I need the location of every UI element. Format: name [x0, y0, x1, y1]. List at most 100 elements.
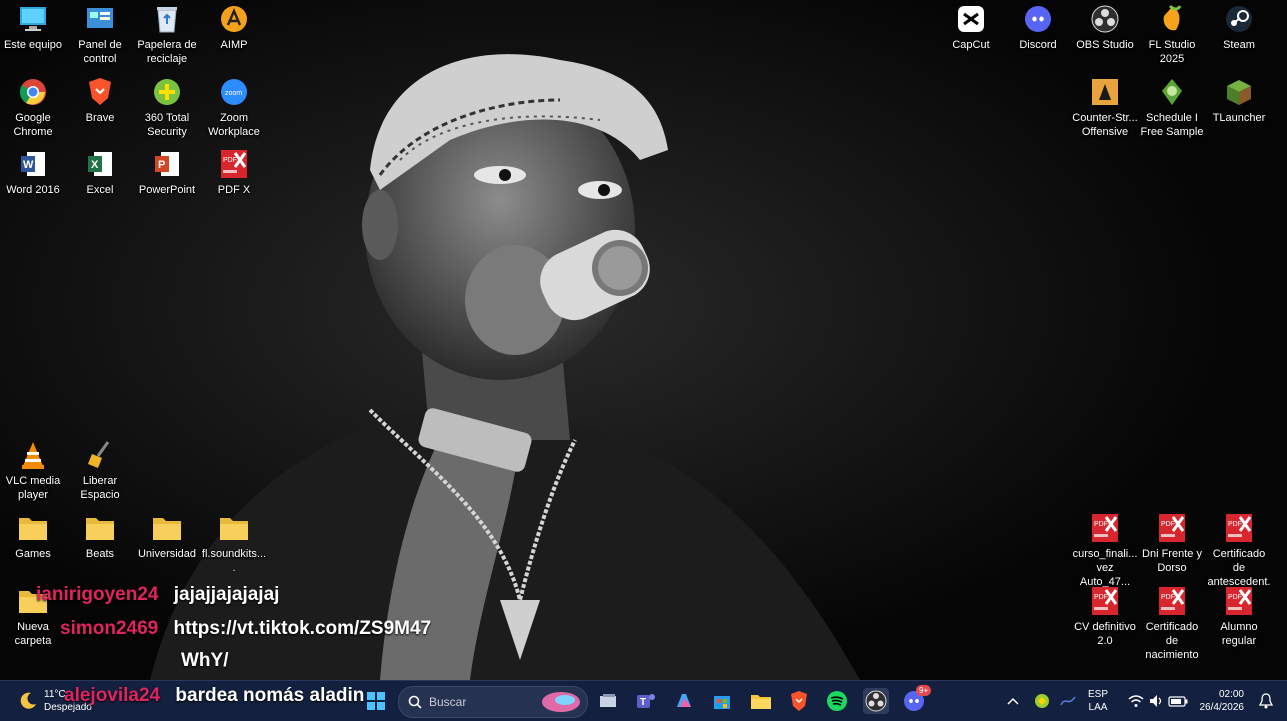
pdf-file-icon: PDF — [1157, 586, 1187, 616]
desktop-shortcut[interactable]: PDF CV definitivo 2.0 — [1072, 586, 1138, 648]
tray-app-icon[interactable] — [1030, 689, 1054, 713]
desktop-shortcut-label: TLauncher — [1212, 112, 1266, 124]
desktop-shortcut[interactable]: W Word 2016 — [0, 149, 66, 197]
desktop-shortcut-label: Steam — [1223, 39, 1255, 51]
svg-text:PDF: PDF — [1161, 594, 1175, 601]
desktop-shortcut[interactable]: Panel de control — [67, 4, 133, 66]
schedule-icon — [1157, 77, 1187, 107]
chat-username: ianirigoyen24 — [36, 584, 159, 605]
desktop-shortcut[interactable]: fl.soundkits.... — [201, 513, 267, 575]
language-indicator[interactable]: ESP LAA — [1088, 688, 1108, 714]
discord-badge: 9+ — [916, 685, 932, 696]
start-button[interactable] — [364, 689, 388, 713]
clock[interactable]: 02:00 26/4/2026 — [1194, 688, 1245, 714]
desktop-shortcut[interactable]: 360 Total Security — [134, 77, 200, 139]
clock-time: 02:00 — [1218, 689, 1244, 700]
desktop-shortcut[interactable]: CapCut — [938, 4, 1004, 52]
desktop-shortcut[interactable]: PDF Alumno regular — [1206, 586, 1272, 648]
desktop-shortcut[interactable]: OBS Studio — [1072, 4, 1138, 52]
weather-moon-icon[interactable] — [16, 689, 40, 713]
discord-icon — [1023, 4, 1053, 34]
desktop-shortcut-label: Counter-Str... Offensive — [1072, 112, 1138, 138]
desktop-shortcut[interactable]: Steam — [1206, 4, 1272, 52]
battery-icon[interactable] — [1166, 689, 1190, 713]
desktop-shortcut-label: PDF X — [217, 184, 251, 196]
desktop-shortcut[interactable]: zoom Zoom Workplace — [201, 77, 267, 139]
desktop-shortcut[interactable]: Beats — [67, 513, 133, 561]
desktop-shortcut[interactable]: VLC media player — [0, 440, 66, 502]
svg-text:PDF: PDF — [223, 157, 237, 164]
desktop-shortcut[interactable]: Brave — [67, 77, 133, 125]
brave-taskbar-icon[interactable] — [787, 689, 811, 713]
desktop-shortcut-label: Universidad — [137, 548, 197, 560]
chat-message: jajajjajajajaj — [173, 584, 280, 605]
desktop-shortcut-label: Word 2016 — [6, 184, 60, 196]
svg-text:T: T — [640, 697, 646, 708]
taskbar-search[interactable]: Buscar — [398, 686, 588, 718]
desktop-shortcut[interactable]: PDF PDF X — [201, 149, 267, 197]
desktop-shortcut[interactable]: AIMP — [201, 4, 267, 52]
desktop-shortcut-label: CapCut — [952, 39, 990, 51]
vlc-icon — [18, 440, 48, 470]
search-highlight-icon — [542, 692, 580, 712]
chrome-icon — [18, 77, 48, 107]
obs-taskbar-icon[interactable] — [863, 688, 889, 714]
desktop-shortcut-label: Liberar Espacio — [80, 475, 120, 501]
desktop-shortcut[interactable]: Games — [0, 513, 66, 561]
store-icon[interactable] — [710, 689, 734, 713]
desktop-shortcut[interactable]: Counter-Str... Offensive — [1072, 77, 1138, 139]
pdf-file-icon: PDF — [1090, 513, 1120, 543]
chat-message: https://vt.tiktok.com/ZS9M47 — [173, 618, 432, 639]
desktop-shortcut[interactable]: TLauncher — [1206, 77, 1272, 125]
broom-icon — [85, 440, 115, 470]
svg-text:X: X — [91, 159, 99, 171]
chat-line: simon2469 https://vt.tiktok.com/ZS9M47 — [60, 618, 431, 640]
desktop-shortcut[interactable]: P PowerPoint — [134, 149, 200, 197]
desktop-shortcut[interactable]: Este equipo — [0, 4, 66, 52]
svg-text:PDF: PDF — [1228, 521, 1242, 528]
spotify-icon[interactable] — [825, 689, 849, 713]
file-explorer-icon[interactable] — [749, 689, 773, 713]
desktop-shortcut-label: Excel — [86, 184, 114, 196]
desktop-shortcut[interactable]: Universidad — [134, 513, 200, 561]
desktop-shortcut-label: curso_finali... vez Auto_47... — [1072, 548, 1138, 588]
desktop-shortcut-label: AIMP — [220, 39, 248, 51]
search-icon — [408, 695, 422, 709]
copilot-icon[interactable] — [672, 689, 696, 713]
desktop-shortcut[interactable]: Liberar Espacio — [67, 440, 133, 502]
desktop-shortcut-label: VLC media player — [5, 475, 61, 501]
chevron-up-icon[interactable] — [1001, 689, 1025, 713]
obs-icon — [1090, 4, 1120, 34]
desktop-shortcut-label: Zoom Workplace — [208, 112, 260, 138]
steam-icon — [1224, 4, 1254, 34]
desktop-shortcut[interactable]: PDF curso_finali... vez Auto_47... — [1072, 513, 1138, 589]
desktop-shortcut-label: 360 Total Security — [144, 112, 190, 138]
notification-bell-icon[interactable] — [1254, 689, 1278, 713]
chat-username: alejovila24 — [64, 685, 161, 706]
folder-icon — [18, 513, 48, 543]
computer-icon — [18, 4, 48, 34]
desktop-shortcut-label: PowerPoint — [138, 184, 196, 196]
desktop-shortcut[interactable]: Discord — [1005, 4, 1071, 52]
task-view-icon[interactable] — [596, 689, 620, 713]
folder-icon — [219, 513, 249, 543]
fl-studio-icon — [1157, 4, 1187, 34]
desktop-shortcut[interactable]: X Excel — [67, 149, 133, 197]
desktop-shortcut[interactable]: PDF Dni Frente y Dorso — [1139, 513, 1205, 575]
desktop-shortcut[interactable]: PDF Certificado de nacimiento — [1139, 586, 1205, 662]
desktop-shortcut-label: Google Chrome — [13, 112, 53, 138]
pen-input-icon[interactable] — [1056, 689, 1080, 713]
desktop-shortcut-label: Games — [15, 548, 51, 560]
desktop-shortcut-label: fl.soundkits.... — [201, 548, 267, 574]
language-top: ESP — [1088, 689, 1109, 700]
language-bottom: LAA — [1088, 702, 1108, 713]
desktop-shortcut[interactable]: Google Chrome — [0, 77, 66, 139]
desktop-shortcut[interactable]: Papelera de reciclaje — [134, 4, 200, 66]
desktop-shortcut[interactable]: Schedule I Free Sample — [1139, 77, 1205, 139]
teams-icon[interactable]: T — [634, 689, 658, 713]
discord-taskbar-icon[interactable]: 9+ — [902, 685, 932, 713]
folder-icon — [85, 513, 115, 543]
svg-text:PDF: PDF — [1094, 521, 1108, 528]
svg-text:W: W — [23, 159, 34, 171]
desktop-shortcut[interactable]: FL Studio 2025 — [1139, 4, 1205, 66]
